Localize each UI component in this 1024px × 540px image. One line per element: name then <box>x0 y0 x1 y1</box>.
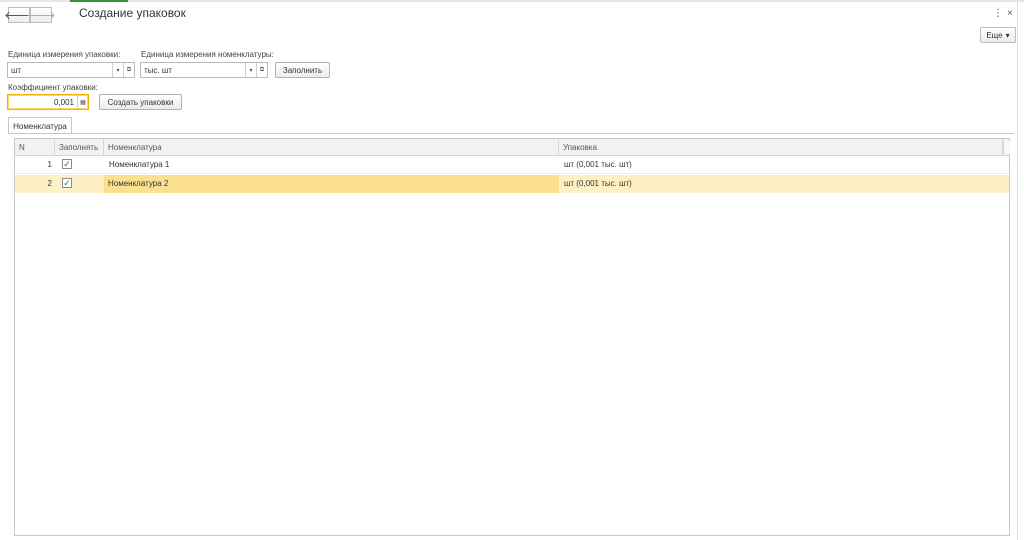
nomenclature-cell: Номенклатура 1 <box>109 160 170 169</box>
chevron-down-icon[interactable]: ▾ <box>245 63 256 77</box>
table-header: N Заполнять Номенклатура Упаковка <box>15 139 1010 156</box>
open-icon[interactable]: ⧉ <box>256 63 267 77</box>
nomenclature-table[interactable]: N Заполнять Номенклатура Упаковка 1 ✓ Но… <box>14 138 1010 536</box>
close-icon[interactable]: × <box>1007 8 1013 20</box>
page-title: Создание упаковок <box>79 6 186 20</box>
package-unit-label: Единица измерения упаковки: <box>8 50 121 59</box>
table-row[interactable]: 1 ✓ Номенклатура 1 шт (0,001 тыс. шт) <box>15 156 1009 174</box>
package-unit-field[interactable]: шт ▾ ⧉ <box>7 62 135 78</box>
table-row[interactable]: 2 ✓ Номенклатура 2 шт (0,001 тыс. шт) <box>15 175 1009 193</box>
row-number: 2 <box>47 179 52 188</box>
more-button-label: Еще <box>986 30 1003 40</box>
more-actions-icon[interactable]: ⋮ <box>993 8 1003 20</box>
column-header-package[interactable]: Упаковка <box>559 139 1003 156</box>
window-top-strip <box>0 0 1024 2</box>
forward-button[interactable]: 🡒 <box>26 7 56 23</box>
coefficient-value: 0,001 <box>53 97 74 107</box>
tab-nomenclature[interactable]: Номенклатура <box>8 117 72 134</box>
coefficient-field[interactable]: 0,001 ▦ <box>7 94 89 110</box>
fill-checkbox[interactable]: ✓ <box>62 178 72 188</box>
package-unit-value: шт <box>11 65 22 75</box>
open-icon[interactable]: ⧉ <box>123 63 134 77</box>
tab-divider <box>8 133 1014 134</box>
item-unit-field[interactable]: тыс. шт ▾ ⧉ <box>140 62 268 78</box>
chevron-down-icon[interactable]: ▾ <box>112 63 123 77</box>
chevron-down-icon: ▾ <box>1005 30 1010 40</box>
column-header-nomenclature[interactable]: Номенклатура <box>104 139 559 156</box>
fill-button[interactable]: Заполнить <box>275 62 330 78</box>
row-number: 1 <box>47 160 52 169</box>
more-button[interactable]: Еще ▾ <box>980 27 1016 43</box>
item-unit-label: Единица измерения номенклатуры: <box>141 50 274 59</box>
column-header-n[interactable]: N <box>15 139 55 156</box>
coefficient-label: Коэффициент упаковки: <box>8 83 98 92</box>
item-unit-value: тыс. шт <box>144 65 172 75</box>
window-right-border <box>1017 2 1018 540</box>
calculator-icon[interactable]: ▦ <box>77 95 88 109</box>
active-tab-indicator <box>70 0 128 2</box>
package-cell: шт (0,001 тыс. шт) <box>564 160 632 169</box>
nomenclature-cell: Номенклатура 2 <box>104 175 559 193</box>
package-cell: шт (0,001 тыс. шт) <box>564 179 632 188</box>
create-packages-button[interactable]: Создать упаковки <box>99 94 182 110</box>
fill-checkbox[interactable]: ✓ <box>62 159 72 169</box>
column-header-fill[interactable]: Заполнять <box>55 139 104 156</box>
header-scroll-corner <box>1003 141 1010 154</box>
arrow-right-icon: 🡒 <box>26 10 56 22</box>
